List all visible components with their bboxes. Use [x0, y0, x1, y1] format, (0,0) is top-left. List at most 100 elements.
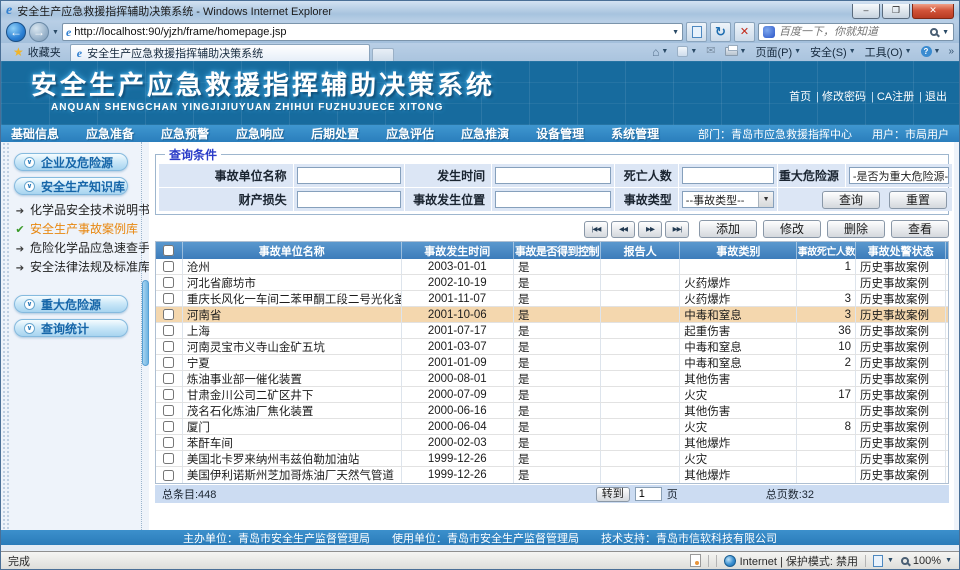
- nav-item[interactable]: 应急准备: [86, 125, 134, 142]
- compatibility-view-button[interactable]: [686, 22, 707, 42]
- mail-button[interactable]: ✉: [703, 46, 718, 57]
- sidebar-group-button[interactable]: ∨ 企业及危险源: [14, 153, 128, 171]
- column-header[interactable]: 事故类别: [680, 242, 797, 259]
- sidebar-item[interactable]: 危险化学品应急速查手...: [14, 239, 141, 256]
- nav-item[interactable]: 后期处置: [311, 125, 359, 142]
- row-checkbox[interactable]: [163, 470, 174, 481]
- goto-page-button[interactable]: 转到: [596, 487, 630, 502]
- delete-button[interactable]: 删除: [827, 220, 885, 238]
- sidebar-item[interactable]: 安全法律法规及标准库: [14, 258, 141, 275]
- deaths-input[interactable]: [682, 167, 774, 184]
- sidebar-splitter[interactable]: [141, 142, 149, 530]
- history-dropdown-icon[interactable]: ▼: [52, 29, 59, 36]
- page-number-input[interactable]: [635, 487, 662, 501]
- table-row[interactable]: 美国伊利诺斯州芝加哥炼油厂天然气管道 1999-12-26 是 其他爆炸 历史事…: [156, 467, 948, 483]
- tools-menu[interactable]: 工具(O)▼: [862, 44, 915, 60]
- sidebar-group-button[interactable]: ∨ 查询统计: [14, 319, 128, 337]
- edit-button[interactable]: 修改: [763, 220, 821, 238]
- row-checkbox[interactable]: [163, 357, 174, 368]
- row-checkbox[interactable]: [163, 405, 174, 416]
- row-checkbox[interactable]: [163, 341, 174, 352]
- add-button[interactable]: 添加: [699, 220, 757, 238]
- pager-button[interactable]: ▶▶: [638, 221, 662, 238]
- table-row[interactable]: 河南省 2001-10-06 是 中毒和窒息 3 历史事故案例: [156, 307, 948, 323]
- page-menu[interactable]: 页面(P)▼: [752, 44, 804, 60]
- search-button[interactable]: 查询: [822, 191, 880, 209]
- column-header[interactable]: 报告人: [601, 242, 680, 259]
- chevron-more-icon[interactable]: »: [946, 46, 956, 57]
- top-link[interactable]: CA注册: [866, 88, 914, 104]
- splitter-handle[interactable]: [142, 280, 149, 366]
- table-row[interactable]: 上海 2001-07-17 是 起重伤害 36 历史事故案例: [156, 323, 948, 339]
- zoom-control[interactable]: 100% ▼: [901, 555, 952, 567]
- active-tab[interactable]: e 安全生产应急救援指挥辅助决策系统: [70, 44, 370, 61]
- back-button[interactable]: ←: [6, 22, 26, 42]
- row-checkbox[interactable]: [163, 309, 174, 320]
- search-input[interactable]: [779, 26, 926, 38]
- table-row[interactable]: 茂名石化炼油厂焦化装置 2000-06-16 是 其他伤害 历史事故案例: [156, 403, 948, 419]
- pager-button[interactable]: ◀◀: [611, 221, 635, 238]
- row-checkbox[interactable]: [163, 261, 174, 272]
- location-input[interactable]: [495, 191, 611, 208]
- property-loss-input[interactable]: [297, 191, 401, 208]
- nav-item[interactable]: 应急推演: [461, 125, 509, 142]
- top-link[interactable]: 退出: [914, 88, 947, 104]
- table-row[interactable]: 厦门 2000-06-04 是 火灾 8 历史事故案例: [156, 419, 948, 435]
- address-dropdown-icon[interactable]: ▼: [672, 29, 679, 36]
- row-checkbox[interactable]: [163, 437, 174, 448]
- favorites-button[interactable]: ★ 收藏夹: [4, 44, 70, 61]
- table-row[interactable]: 炼油事业部一催化装置 2000-08-01 是 其他伤害 历史事故案例: [156, 371, 948, 387]
- table-row[interactable]: 美国北卡罗来纳州韦兹伯勒加油站 1999-12-26 是 火灾 历史事故案例: [156, 451, 948, 467]
- print-button[interactable]: ▼: [722, 47, 750, 56]
- row-checkbox[interactable]: [163, 421, 174, 432]
- unit-name-input[interactable]: [297, 167, 401, 184]
- row-checkbox[interactable]: [163, 453, 174, 464]
- accident-type-select[interactable]: --事故类型-- ▼: [682, 191, 774, 208]
- table-row[interactable]: 重庆长风化一车间二苯甲酮工段二号光化釜 2001-11-07 是 火药爆炸 3 …: [156, 291, 948, 307]
- refresh-button[interactable]: ↻: [710, 22, 731, 42]
- close-button[interactable]: ✕: [912, 4, 954, 19]
- column-header[interactable]: 事故是否得到控制: [514, 242, 601, 259]
- table-row[interactable]: 河南灵宝市义寺山金矿五坑 2001-03-07 是 中毒和窒息 10 历史事故案…: [156, 339, 948, 355]
- row-checkbox[interactable]: [163, 389, 174, 400]
- new-tab-button[interactable]: [372, 48, 394, 61]
- home-button[interactable]: ⌂▼: [649, 46, 671, 58]
- reset-button[interactable]: 重置: [889, 191, 947, 209]
- table-row[interactable]: 甘肃金川公司二矿区井下 2000-07-09 是 火灾 17 历史事故案例: [156, 387, 948, 403]
- stop-button[interactable]: ✕: [734, 22, 755, 42]
- compatibility-status-button[interactable]: ▼: [873, 555, 894, 567]
- sidebar-item[interactable]: 安全生产事故案例库: [14, 220, 141, 237]
- pager-button[interactable]: |◀◀: [584, 221, 608, 238]
- search-dropdown-icon[interactable]: ▼: [942, 29, 949, 36]
- select-all-checkbox[interactable]: [163, 245, 174, 256]
- table-row[interactable]: 沧州 2003-01-01 是 1 历史事故案例: [156, 259, 948, 275]
- top-link[interactable]: 首页: [789, 88, 811, 104]
- sidebar-group-button[interactable]: ∨ 安全生产知识库: [14, 177, 128, 195]
- search-box[interactable]: ▼: [758, 23, 954, 41]
- nav-item[interactable]: 应急预警: [161, 125, 209, 142]
- column-header[interactable]: 事故单位名称: [183, 242, 402, 259]
- row-checkbox[interactable]: [163, 293, 174, 304]
- nav-item[interactable]: 系统管理: [611, 125, 659, 142]
- nav-item[interactable]: 设备管理: [536, 125, 584, 142]
- search-icon[interactable]: [930, 28, 938, 36]
- column-header[interactable]: 事故处警状态: [856, 242, 946, 259]
- pager-button[interactable]: ▶▶|: [665, 221, 689, 238]
- major-hazard-select[interactable]: -是否为重大危险源- ▼: [849, 167, 949, 184]
- column-header[interactable]: 事故死亡人数: [797, 242, 856, 259]
- maximize-button[interactable]: ❐: [882, 4, 910, 19]
- table-row[interactable]: 苯酐车间 2000-02-03 是 其他爆炸 历史事故案例: [156, 435, 948, 451]
- top-link[interactable]: 修改密码: [811, 88, 866, 104]
- help-menu[interactable]: ?▼: [918, 46, 944, 57]
- address-field[interactable]: e ▼: [62, 23, 683, 41]
- sidebar-item[interactable]: 化学品安全技术说明书: [14, 201, 141, 218]
- nav-item[interactable]: 应急响应: [236, 125, 284, 142]
- nav-item[interactable]: 基础信息: [11, 125, 59, 142]
- safety-menu[interactable]: 安全(S)▼: [807, 44, 859, 60]
- view-button[interactable]: 查看: [891, 220, 949, 238]
- nav-item[interactable]: 应急评估: [386, 125, 434, 142]
- minimize-button[interactable]: –: [852, 4, 880, 19]
- feeds-button[interactable]: ▼: [674, 46, 700, 57]
- forward-button[interactable]: →: [29, 22, 49, 42]
- table-row[interactable]: 宁夏 2001-01-09 是 中毒和窒息 2 历史事故案例: [156, 355, 948, 371]
